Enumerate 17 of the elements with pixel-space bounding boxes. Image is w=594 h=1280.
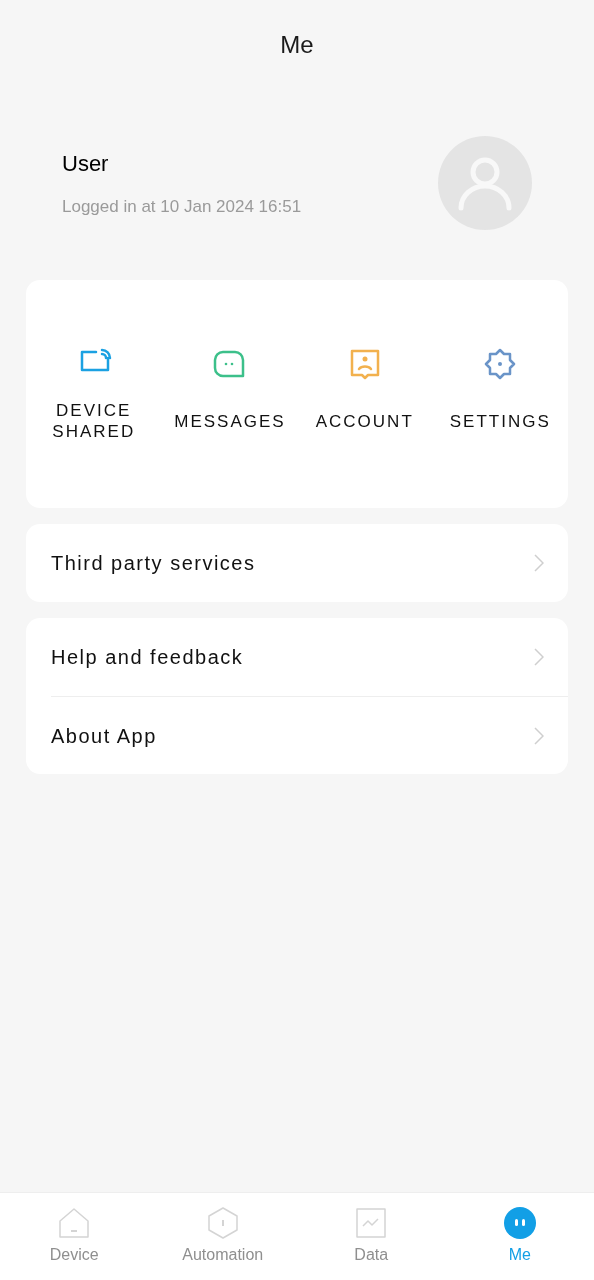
chevron-right-icon (534, 554, 544, 572)
shortcut-button[interactable]: ACCOUNT (297, 346, 433, 442)
shortcut-button[interactable]: MESSAGES (161, 346, 297, 442)
menu-item[interactable]: About App (51, 696, 568, 774)
hexagon-icon (206, 1206, 239, 1239)
menu-item[interactable]: Third party services (51, 524, 568, 602)
chevron-right-icon (534, 648, 544, 666)
house-icon (58, 1206, 91, 1239)
user-name: User (62, 149, 110, 178)
shortcut-button[interactable]: SETTINGS (432, 346, 568, 442)
chevron-right-icon (534, 726, 544, 745)
chart-icon (355, 1206, 388, 1239)
page-title: Me (280, 30, 314, 60)
face-dot-icon (503, 1206, 536, 1239)
menu-item[interactable]: Help and feedback (51, 618, 568, 696)
shortcut-button[interactable]: DEVICE SHARED (26, 346, 162, 442)
login-info: Logged in at 10 Jan 2024 16:51 (62, 195, 302, 218)
